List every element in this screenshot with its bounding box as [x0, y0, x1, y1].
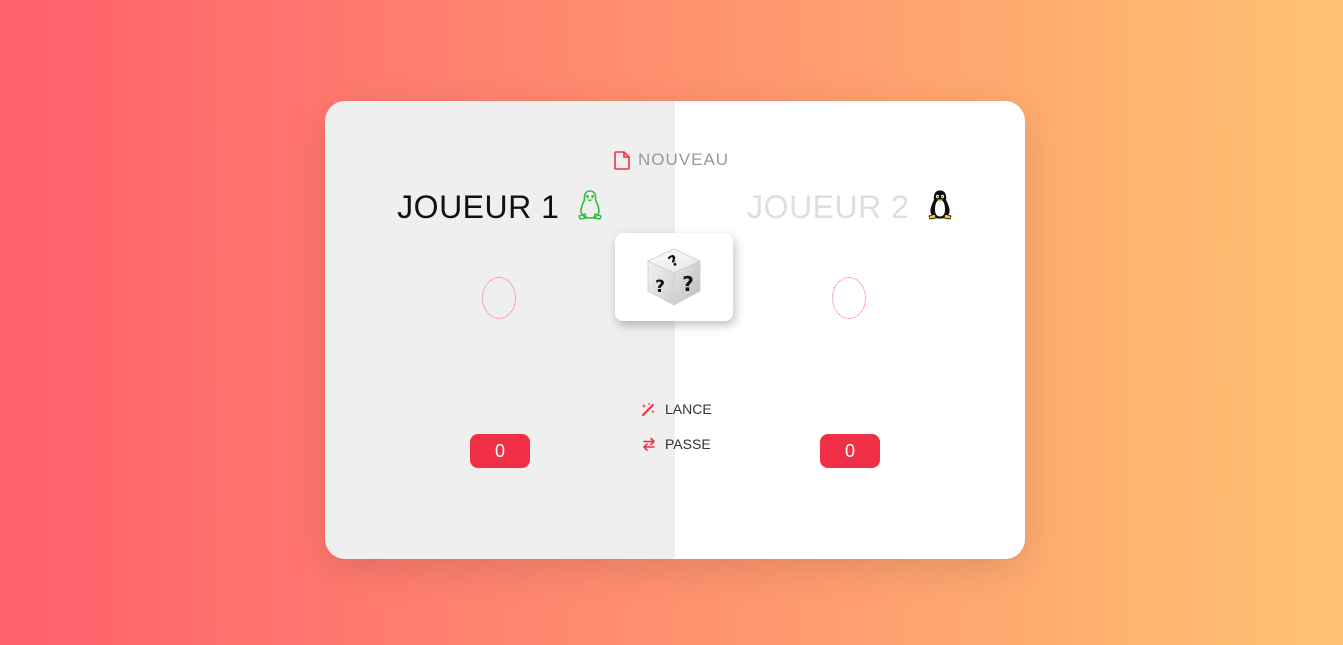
file-icon: [614, 150, 630, 170]
question-dice-icon: ? ? ?: [615, 233, 733, 321]
player-2-name-text: JOUEUR 2: [747, 189, 910, 225]
player-1-name-text: JOUEUR 1: [397, 189, 560, 225]
hold-label: PASSE: [665, 436, 711, 452]
new-game-button[interactable]: NOUVEAU: [614, 150, 729, 170]
roll-label: LANCE: [665, 401, 712, 417]
roll-dice-button[interactable]: LANCE: [641, 401, 712, 417]
player-1-total-score: 0: [470, 434, 530, 468]
svg-text:?: ?: [655, 277, 665, 297]
exchange-arrows-icon: [642, 437, 656, 451]
penguin-icon: [577, 190, 603, 228]
hold-button[interactable]: PASSE: [642, 436, 711, 452]
player-2-current-score: [832, 277, 866, 319]
player-2-name: JOUEUR 2: [675, 189, 1025, 228]
player-2-total-score: 0: [820, 434, 880, 468]
svg-text:?: ?: [682, 272, 694, 296]
player-1-name: JOUEUR 1: [325, 189, 675, 228]
new-game-label: NOUVEAU: [638, 150, 730, 169]
magic-wand-icon: [641, 402, 656, 417]
penguin-icon: [927, 190, 953, 228]
player-1-current-score: [482, 277, 516, 319]
